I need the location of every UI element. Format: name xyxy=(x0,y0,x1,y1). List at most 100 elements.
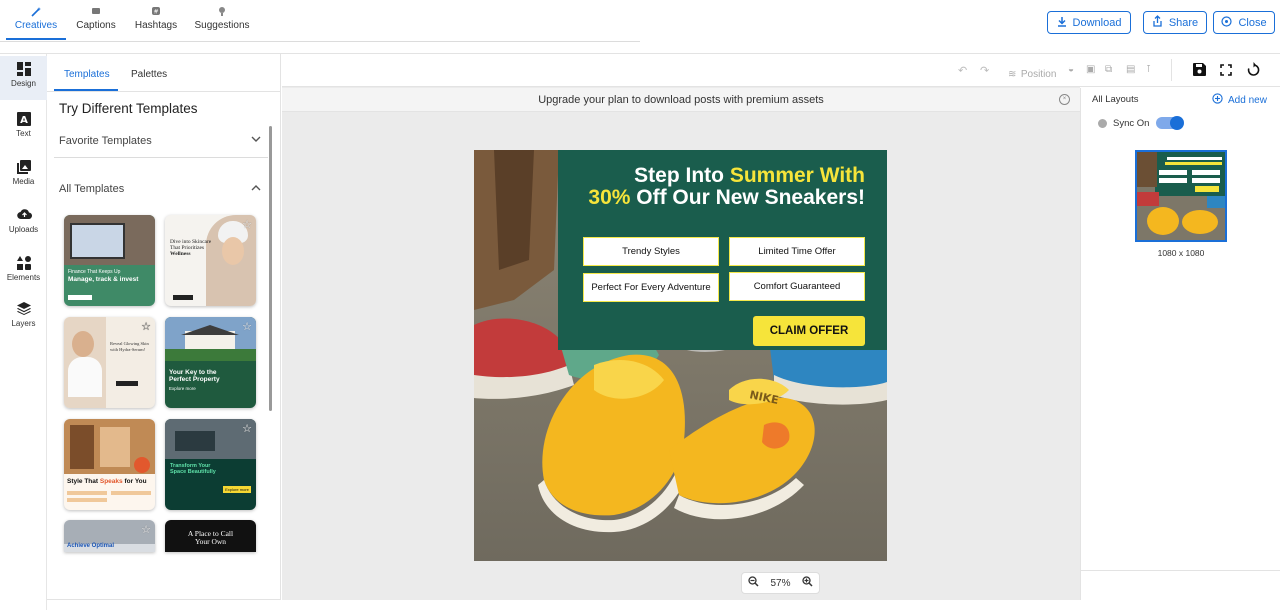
template-thumbnail[interactable]: ☆ Reveal Glowing Skin with Hydra-Serum! xyxy=(64,317,155,408)
download-button[interactable]: Download xyxy=(1047,11,1131,34)
tab-templates[interactable]: Templates xyxy=(64,69,110,80)
undo-icon[interactable]: ↶ xyxy=(958,64,967,77)
fullscreen-icon[interactable] xyxy=(1220,63,1232,81)
lightbulb-icon xyxy=(192,6,252,20)
rail-label: Text xyxy=(16,129,31,138)
layers-icon xyxy=(16,302,31,316)
reset-icon[interactable] xyxy=(1247,62,1260,81)
rail-label: Media xyxy=(12,177,35,186)
template-thumbnail[interactable]: ☆ Your Key to the Perfect Property Explo… xyxy=(165,317,256,408)
tab-label: Captions xyxy=(76,20,116,31)
accordion-label: Favorite Templates xyxy=(59,135,152,147)
tool-rail: Design A Text Media Uploads Elements Lay… xyxy=(0,54,47,610)
download-icon xyxy=(1057,16,1067,30)
layers-stack-icon: ≋ xyxy=(1008,69,1017,80)
magic-wand-icon xyxy=(6,6,66,20)
sync-toggle[interactable] xyxy=(1156,116,1184,130)
fill-icon[interactable]: ◒ xyxy=(1068,64,1074,75)
rail-item-text[interactable]: A Text xyxy=(0,106,47,148)
shapes-icon xyxy=(16,256,31,270)
layout-size-label: 1080 x 1080 xyxy=(1157,248,1205,258)
tab-label: Creatives xyxy=(14,20,58,31)
template-thumbnail[interactable]: Finance That Keeps Up Manage, track & in… xyxy=(64,215,155,306)
close-button[interactable]: Close xyxy=(1213,11,1275,34)
rail-label: Layers xyxy=(11,319,36,328)
rail-item-elements[interactable]: Elements xyxy=(0,250,47,292)
rail-label: Design xyxy=(11,79,36,88)
feature-box[interactable]: Comfort Guaranteed xyxy=(729,272,865,301)
star-icon[interactable]: ☆ xyxy=(141,320,151,333)
save-icon[interactable] xyxy=(1193,63,1206,81)
sync-label: Sync On xyxy=(1113,118,1150,129)
media-icon xyxy=(16,160,31,174)
template-text: Explore more xyxy=(169,386,196,391)
add-circle-icon xyxy=(1212,93,1223,107)
sync-status-icon xyxy=(1098,119,1107,128)
svg-text:A: A xyxy=(20,115,28,126)
feature-box[interactable]: Trendy Styles xyxy=(583,237,719,266)
tab-hashtags[interactable]: # Hashtags xyxy=(132,6,180,42)
rail-item-uploads[interactable]: Uploads xyxy=(0,202,47,244)
zoom-level: 57% xyxy=(770,577,791,589)
tab-captions[interactable]: Captions xyxy=(72,6,120,42)
template-thumbnail[interactable]: ☆ Transform Your Space Beautifully Explo… xyxy=(165,419,256,510)
all-templates-accordion[interactable]: All Templates xyxy=(59,183,267,195)
rail-label: Elements xyxy=(6,273,41,282)
paint-roller-icon[interactable]: ⊺ xyxy=(1146,64,1151,75)
add-new-label: Add new xyxy=(1228,94,1267,106)
template-text: Style That Speaks for You xyxy=(67,478,147,485)
lock-icon[interactable]: ▣ xyxy=(1086,64,1095,75)
template-text: Your Own xyxy=(194,537,227,546)
template-image xyxy=(64,215,155,265)
editor-toolbar: ↶ ↷ ≋ Position ◒ ▣ ⧉ ▤ ⊺ xyxy=(282,54,1280,87)
tab-creatives[interactable]: Creatives xyxy=(6,6,66,42)
upgrade-banner: Upgrade your plan to download posts with… xyxy=(282,88,1080,112)
design-canvas[interactable]: NIKE Step Into Summer With 30% Off Our N… xyxy=(474,150,887,561)
position-label: Position xyxy=(1020,69,1057,80)
share-button[interactable]: Share xyxy=(1143,11,1207,34)
headline-line-2: 30% Off Our New Sneakers! xyxy=(588,186,865,209)
tab-suggestions[interactable]: Suggestions xyxy=(192,6,252,42)
template-image xyxy=(64,419,155,474)
share-label: Share xyxy=(1168,16,1199,29)
text-icon: A xyxy=(16,112,31,126)
tab-label: Hashtags xyxy=(134,20,178,31)
favorite-templates-accordion[interactable]: Favorite Templates xyxy=(59,135,267,147)
star-icon[interactable]: ☆ xyxy=(242,320,252,333)
download-label: Download xyxy=(1072,16,1122,29)
rail-item-media[interactable]: Media xyxy=(0,154,47,196)
star-icon[interactable]: ☆ xyxy=(141,523,151,536)
star-icon[interactable]: ☆ xyxy=(242,218,252,231)
headline[interactable]: Step Into Summer With 30% Off Our New Sn… xyxy=(565,165,865,209)
tab-palettes[interactable]: Palettes xyxy=(131,69,167,80)
template-text: with Hydra-Serum! xyxy=(110,347,146,352)
template-thumbnail[interactable]: ☆ Achieve Optimal xyxy=(64,520,155,552)
add-new-button[interactable]: Add new xyxy=(1212,93,1267,107)
scrollbar[interactable] xyxy=(269,126,272,411)
layout-thumbnail[interactable] xyxy=(1135,150,1227,242)
trash-icon[interactable]: ▤ xyxy=(1126,64,1135,75)
template-thumbnail[interactable]: ☆ Dive into Skincare That Prioritizes We… xyxy=(165,215,256,306)
redo-icon[interactable]: ↷ xyxy=(980,64,989,77)
template-text: Reveal Glowing Skin xyxy=(110,341,149,346)
feature-box[interactable]: Limited Time Offer xyxy=(729,237,865,266)
position-button[interactable]: ≋ Position xyxy=(1008,64,1056,82)
template-image xyxy=(64,317,106,408)
template-text: Wellness xyxy=(170,251,191,257)
active-tab-indicator xyxy=(6,38,66,40)
rail-item-layers[interactable]: Layers xyxy=(0,296,47,338)
zoom-in-icon[interactable] xyxy=(802,576,813,590)
dismiss-icon[interactable]: × xyxy=(1059,94,1070,105)
chevron-down-icon xyxy=(251,135,261,146)
upgrade-message: Upgrade your plan to download posts with… xyxy=(538,94,824,106)
claim-offer-button[interactable]: CLAIM OFFER xyxy=(753,316,865,346)
caption-icon xyxy=(72,6,120,20)
design-grid-icon xyxy=(16,62,31,76)
template-thumbnail[interactable]: A Place to Call Your Own xyxy=(165,520,256,552)
duplicate-icon[interactable]: ⧉ xyxy=(1105,64,1112,75)
feature-box[interactable]: Perfect For Every Adventure xyxy=(583,273,719,302)
rail-item-design[interactable]: Design xyxy=(0,56,47,100)
zoom-out-icon[interactable] xyxy=(748,576,759,590)
star-icon[interactable]: ☆ xyxy=(242,422,252,435)
template-thumbnail[interactable]: Style That Speaks for You xyxy=(64,419,155,510)
